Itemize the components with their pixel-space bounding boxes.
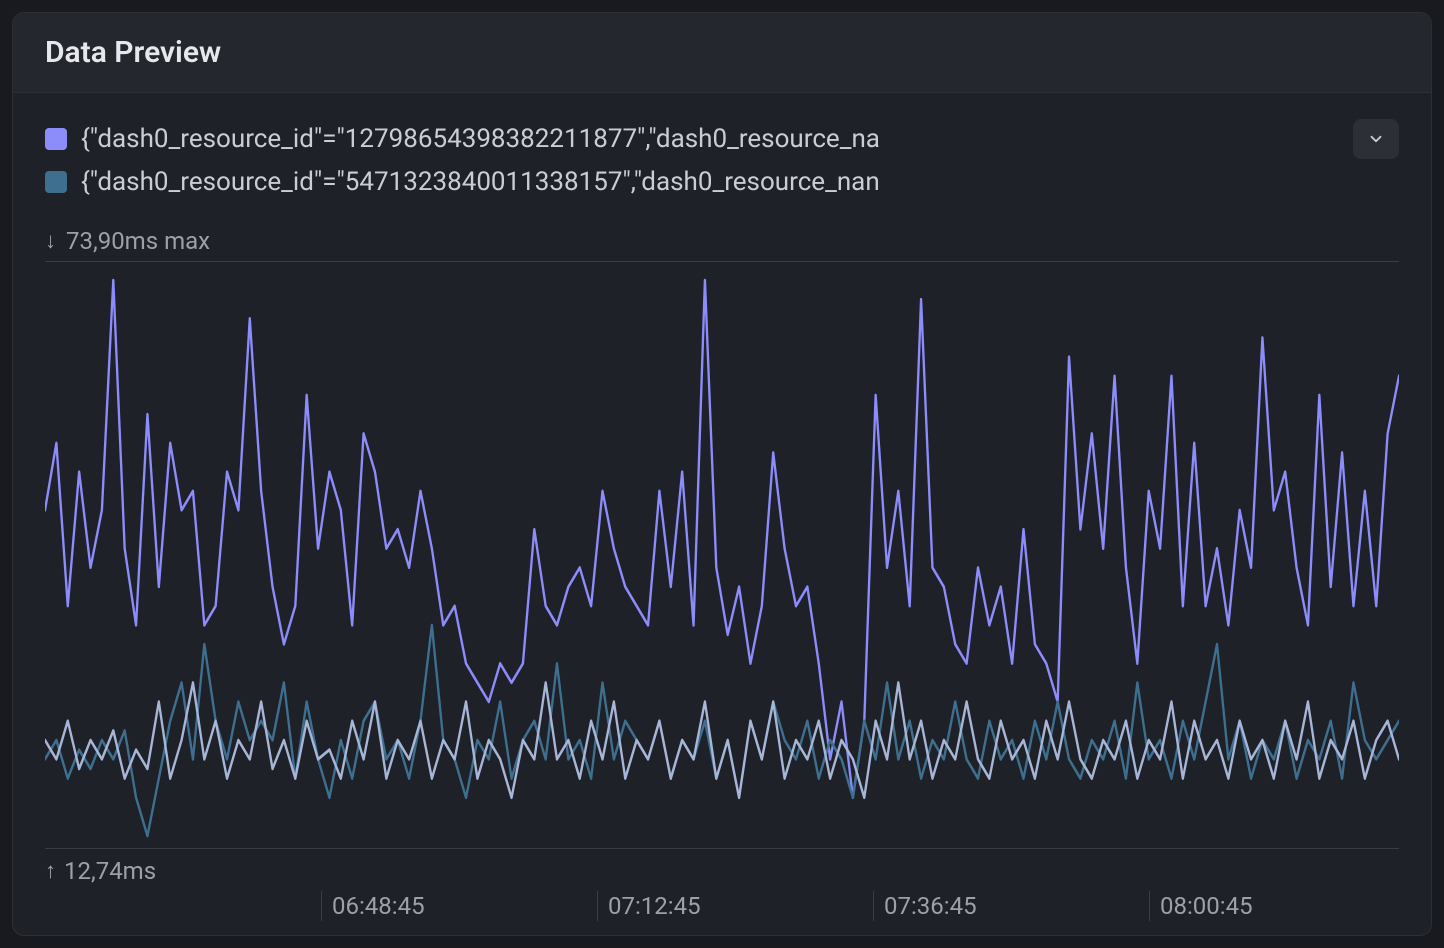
panel-title: Data Preview <box>45 35 1399 70</box>
x-tick: 06:48:45 <box>321 891 425 921</box>
x-axis: 06:48:45 07:12:45 07:36:45 08:00:45 <box>13 891 1431 935</box>
x-tick: 07:36:45 <box>873 891 977 921</box>
arrow-down-icon: ↓ <box>45 228 56 254</box>
legend-swatch <box>45 128 67 150</box>
panel-header: Data Preview <box>13 13 1431 93</box>
line-chart <box>45 262 1399 848</box>
legend: {"dash0_resource_id"="127986543983822118… <box>13 93 1431 213</box>
chevron-down-icon <box>1367 130 1385 148</box>
legend-label: {"dash0_resource_id"="127986543983822118… <box>81 124 1339 154</box>
x-tick: 08:00:45 <box>1149 891 1253 921</box>
y-axis-max: ↓ 73,90ms max <box>45 223 1399 262</box>
y-max-label: 73,90ms max <box>66 227 210 255</box>
y-min-label: 12,74ms <box>64 857 156 885</box>
chart-area[interactable] <box>45 262 1399 848</box>
legend-label: {"dash0_resource_id"="547132384001133815… <box>81 167 1399 197</box>
legend-swatch <box>45 171 67 193</box>
y-axis-min: ↑ 12,74ms <box>45 848 1399 891</box>
legend-expand-button[interactable] <box>1353 119 1399 159</box>
data-preview-panel: Data Preview {"dash0_resource_id"="12798… <box>12 12 1432 936</box>
x-tick: 07:12:45 <box>597 891 701 921</box>
legend-item[interactable]: {"dash0_resource_id"="547132384001133815… <box>45 167 1399 197</box>
arrow-up-icon: ↑ <box>45 858 56 884</box>
legend-item[interactable]: {"dash0_resource_id"="127986543983822118… <box>45 119 1399 159</box>
